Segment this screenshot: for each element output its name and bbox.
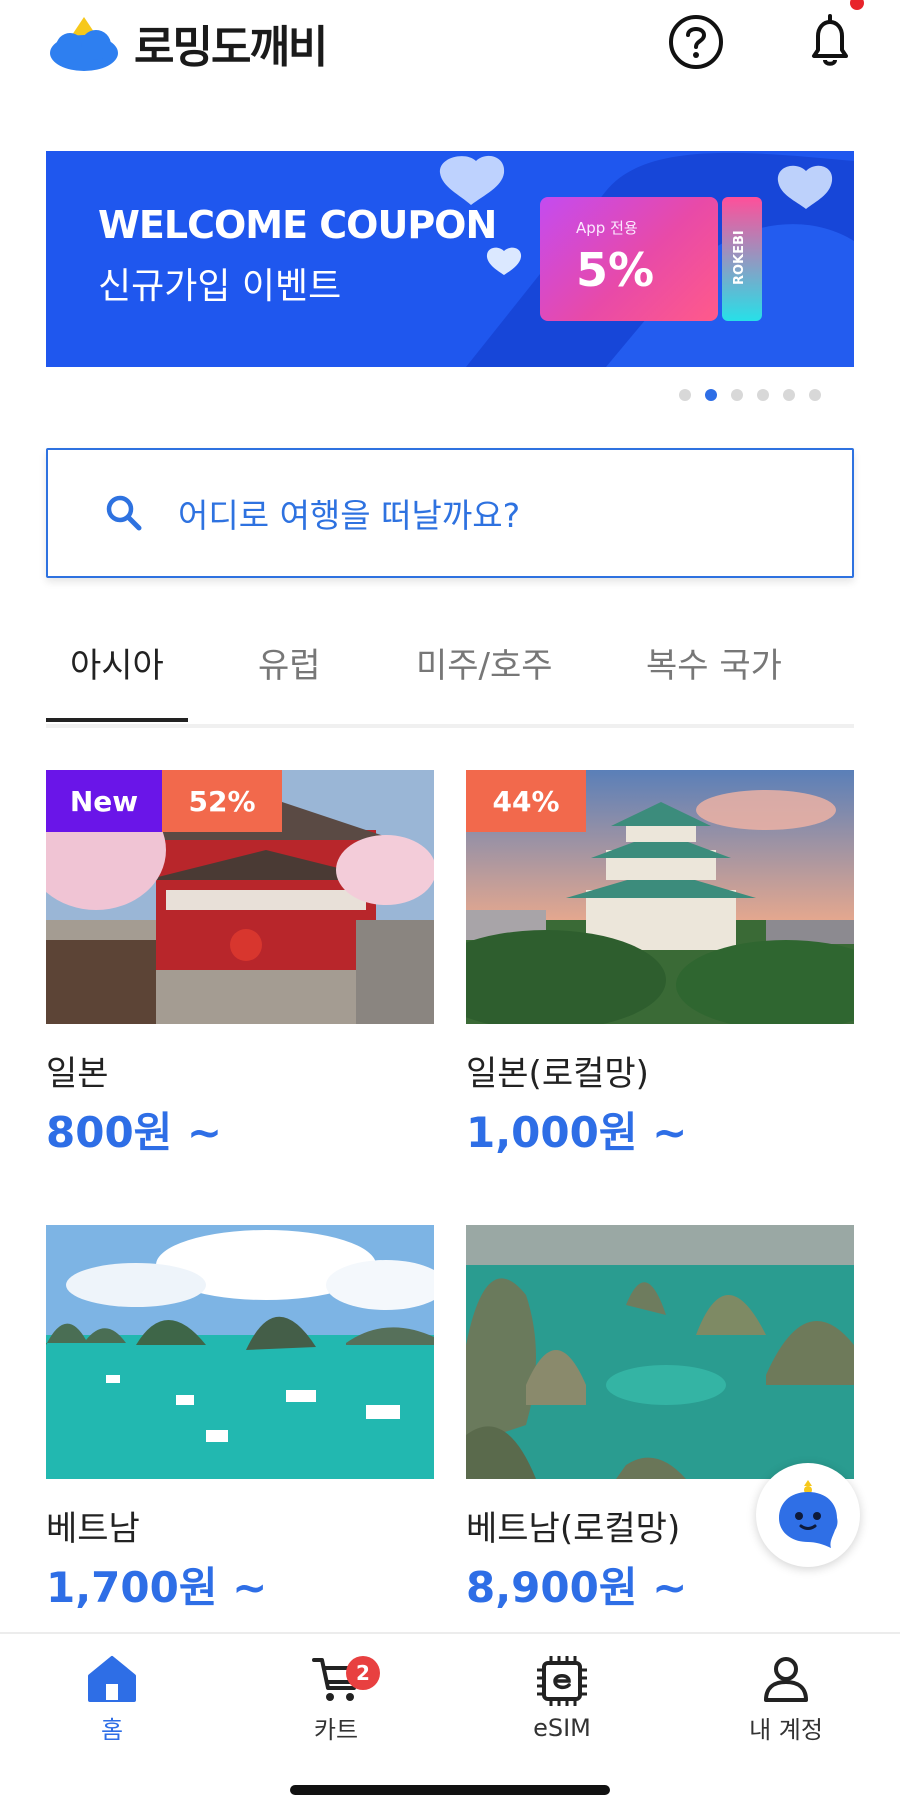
home-icon: [88, 1656, 136, 1702]
bell-icon: [812, 14, 848, 66]
pagination-dot[interactable]: [679, 389, 691, 401]
nav-cart[interactable]: 2 카트: [266, 1654, 406, 1745]
promo-banner[interactable]: WELCOME COUPON 신규가입 이벤트 App 전용 5% ROKEBI: [46, 151, 854, 367]
product-card-vietnam[interactable]: 베트남 1,700원 ~: [46, 1225, 434, 1615]
search-input[interactable]: 어디로 여행을 떠날까요?: [46, 448, 854, 578]
user-icon: [764, 1657, 808, 1702]
new-badge: New: [46, 770, 162, 832]
product-name: 일본: [46, 1054, 109, 1094]
product-name: 베트남: [46, 1509, 140, 1549]
banner-title: WELCOME COUPON: [98, 203, 497, 247]
product-price: 1,700원 ~: [46, 1563, 268, 1612]
nav-esim[interactable]: eSIM: [492, 1654, 632, 1742]
product-image: New 52%: [46, 770, 434, 1024]
question-circle-icon: [669, 15, 723, 69]
pagination-dot[interactable]: [731, 389, 743, 401]
pagination-dot[interactable]: [757, 389, 769, 401]
discount-badge: 44%: [466, 770, 586, 832]
product-image: [466, 1225, 854, 1479]
halong-bay-image: [466, 1225, 854, 1479]
pagination-dot-active[interactable]: [705, 389, 717, 401]
product-card-japan[interactable]: New 52% 일본 800원 ~: [46, 770, 434, 1160]
discount-badge: 52%: [162, 770, 282, 832]
tab-americas-oceania[interactable]: 미주/호주: [416, 638, 553, 687]
tab-europe[interactable]: 유럽: [258, 638, 321, 687]
nav-account-label: 내 계정: [749, 1716, 823, 1744]
cloud-logo-icon: [50, 17, 118, 71]
notification-button[interactable]: [800, 10, 860, 70]
product-card-japan-local[interactable]: 44% 일본(로컬망) 1,000원 ~: [466, 770, 854, 1160]
banner-subtitle: 신규가입 이벤트: [98, 266, 342, 307]
nav-home[interactable]: 홈: [42, 1654, 182, 1745]
region-tabs: 아시아 유럽 미주/호주 복수 국가: [46, 620, 854, 728]
coupon-brand: ROKEBI: [732, 230, 747, 285]
product-image: [46, 1225, 434, 1479]
tab-multi-country[interactable]: 복수 국가: [646, 638, 782, 687]
coupon-label: App 전용: [576, 219, 638, 237]
banner-pagination[interactable]: [679, 389, 821, 401]
cart-count-badge: 2: [346, 1656, 380, 1690]
notification-dot: [850, 0, 864, 10]
search-placeholder: 어디로 여행을 떠날까요?: [178, 496, 521, 535]
chat-bot-button[interactable]: [756, 1463, 860, 1567]
help-button[interactable]: [666, 12, 726, 72]
product-price: 1,000원 ~: [466, 1108, 688, 1157]
product-image: 44%: [466, 770, 854, 1024]
nav-esim-label: eSIM: [533, 1714, 591, 1742]
chatbot-icon: [779, 1480, 838, 1548]
tab-asia[interactable]: 아시아: [70, 638, 164, 687]
product-price: 800원 ~: [46, 1108, 223, 1157]
product-name: 일본(로컬망): [466, 1054, 649, 1094]
active-tab-indicator: [46, 718, 188, 722]
nav-account[interactable]: 내 계정: [716, 1654, 856, 1745]
search-icon: [106, 495, 142, 531]
nav-home-label: 홈: [100, 1716, 124, 1744]
coupon-percent: 5%: [576, 243, 655, 297]
esim-chip-icon: [537, 1656, 587, 1706]
pagination-dot[interactable]: [809, 389, 821, 401]
home-indicator: [290, 1785, 610, 1795]
app-logo[interactable]: 로밍도깨비: [46, 8, 328, 78]
logo-text: 로밍도깨비: [134, 22, 328, 73]
pagination-dot[interactable]: [783, 389, 795, 401]
nav-cart-label: 카트: [313, 1716, 359, 1744]
halong-bay-image: [46, 1225, 434, 1479]
